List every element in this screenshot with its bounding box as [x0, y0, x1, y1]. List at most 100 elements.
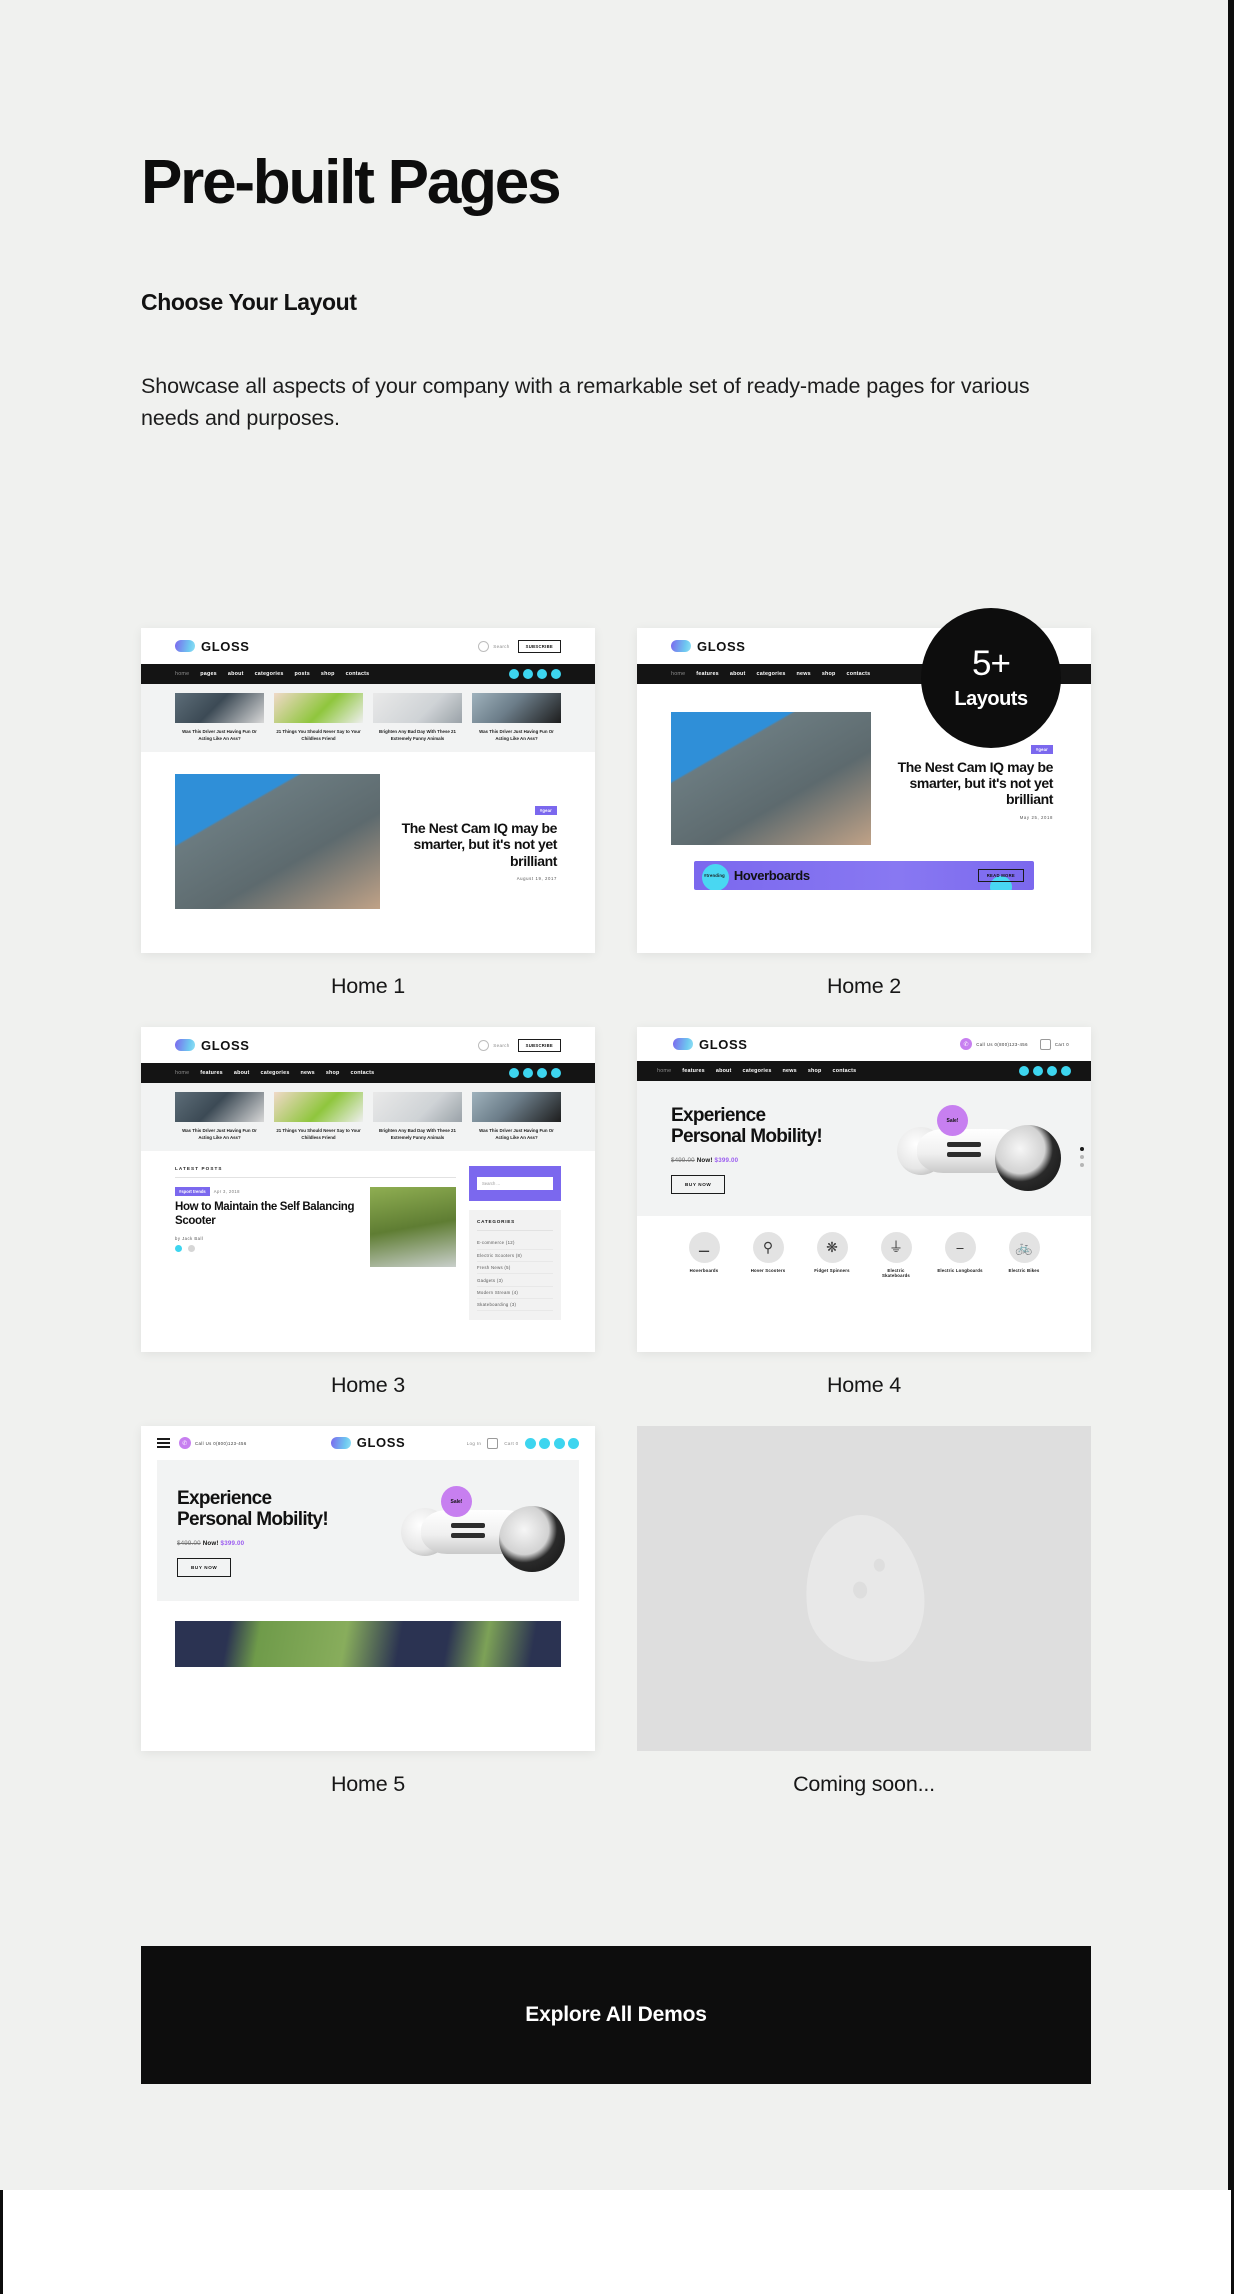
buy-now-button[interactable]: BUY NOW — [671, 1174, 726, 1194]
blog-post[interactable]: #sport trends Apr 3, 2018 How to Maintain… — [175, 1187, 456, 1268]
nav-item[interactable]: shop — [321, 671, 335, 677]
nav-item[interactable]: shop — [822, 671, 836, 677]
instagram-icon[interactable] — [537, 1068, 547, 1078]
strip-item[interactable]: Brighten Any Bad Day With These 21 Extre… — [373, 693, 462, 742]
strip-item[interactable]: 21 Things You Should Never Say to Your C… — [274, 1092, 363, 1141]
pinterest-icon[interactable] — [568, 1437, 579, 1449]
demo-card-home-5[interactable]: ✆ Call Us 0(800)123-456 GLOSS Log In Car… — [141, 1426, 595, 1797]
cart-label[interactable]: Cart 0 — [504, 1441, 518, 1446]
category-item[interactable]: Gadgets (3) — [477, 1274, 553, 1287]
strip-item[interactable]: Brighten Any Bad Day With These 21 Extre… — [373, 1092, 462, 1141]
nav-item[interactable]: features — [200, 1070, 223, 1076]
demo-card-home-4[interactable]: GLOSS ✆ Call Us 0(800)123-456 Cart 0 hom… — [637, 1027, 1091, 1398]
twitter-icon[interactable] — [539, 1437, 550, 1449]
pinterest-icon[interactable] — [1061, 1066, 1071, 1076]
twitter-icon[interactable] — [523, 669, 533, 679]
hero-headline[interactable]: The Nest Cam IQ may be smarter, but it's… — [892, 759, 1054, 808]
nav-item[interactable]: about — [228, 671, 244, 677]
instagram-icon[interactable] — [537, 669, 547, 679]
menu-icon[interactable] — [157, 1438, 170, 1448]
category-tile[interactable]: 🚲 Electric Bikes — [1001, 1231, 1047, 1278]
category-item[interactable]: Electric Scooters (8) — [477, 1250, 553, 1262]
nav-item[interactable]: home — [657, 1068, 671, 1074]
nav-item[interactable]: about — [730, 671, 746, 677]
nav-item[interactable]: features — [682, 1068, 705, 1074]
category-chip[interactable]: #gear — [534, 806, 557, 816]
facebook-icon[interactable] — [524, 1437, 536, 1449]
category-tile[interactable]: ⚊ Hoverboards — [681, 1231, 727, 1278]
slider-dot[interactable] — [1080, 1155, 1084, 1160]
post-tag[interactable]: #sport trends — [175, 1187, 210, 1197]
category-tile[interactable]: ⏚ Electric Skateboards — [873, 1231, 919, 1278]
category-item[interactable]: Skateboarding (3) — [477, 1299, 553, 1312]
nav-item[interactable]: shop — [808, 1068, 822, 1074]
nav-item[interactable]: pages — [200, 671, 217, 677]
login-label[interactable]: Log In — [467, 1441, 482, 1446]
nav-item[interactable]: shop — [326, 1070, 340, 1076]
demo-card-home-3[interactable]: GLOSS Search SUBSCRIBE home features abo… — [141, 1027, 595, 1398]
facebook-icon[interactable] — [1019, 1066, 1029, 1076]
strip-item[interactable]: Was This Driver Just Having Fun Or Actin… — [472, 1092, 561, 1141]
category-tile[interactable]: ❋ Fidget Spinners — [809, 1231, 855, 1278]
nav-item[interactable]: categories — [757, 671, 786, 677]
nav-item[interactable]: posts — [295, 671, 310, 677]
nav-item[interactable]: contacts — [351, 1070, 375, 1076]
twitter-icon[interactable] — [523, 1068, 533, 1078]
nav-item[interactable]: news — [797, 671, 811, 677]
category-item[interactable]: Fresh News (5) — [477, 1262, 553, 1275]
strip-item[interactable]: Was This Driver Just Having Fun Or Actin… — [175, 1092, 264, 1141]
slider-dot[interactable] — [1080, 1147, 1084, 1152]
strip-item[interactable]: Was This Driver Just Having Fun Or Actin… — [472, 693, 561, 742]
pinterest-icon[interactable] — [551, 669, 561, 679]
nav-item[interactable]: news — [301, 1070, 315, 1076]
subscribe-button[interactable]: SUBSCRIBE — [517, 1038, 561, 1052]
facebook-icon[interactable] — [509, 669, 519, 679]
demo-thumbnail-home-4[interactable]: GLOSS ✆ Call Us 0(800)123-456 Cart 0 hom… — [637, 1027, 1091, 1352]
strip-item[interactable]: Was This Driver Just Having Fun Or Actin… — [175, 693, 264, 742]
strip-item[interactable]: 21 Things You Should Never Say to Your C… — [274, 693, 363, 742]
cart-control[interactable]: Cart 0 — [1039, 1038, 1069, 1050]
search-control[interactable]: Search — [478, 1039, 509, 1051]
hero-headline[interactable]: The Nest Cam IQ may be smarter, but it's… — [396, 820, 558, 869]
category-tile[interactable]: ⎯ Electric Longboards — [937, 1231, 983, 1278]
category-item[interactable]: E-commerce (12) — [477, 1237, 553, 1250]
category-tile[interactable]: ⚲ Hover Scooters — [745, 1231, 791, 1278]
nav-item[interactable]: features — [696, 671, 719, 677]
twitter-icon[interactable] — [1033, 1066, 1043, 1076]
sidebar-search-input[interactable]: Search ... — [477, 1177, 553, 1191]
buy-now-button[interactable]: BUY NOW — [177, 1557, 232, 1577]
instagram-icon[interactable] — [1047, 1066, 1057, 1076]
nav-item[interactable]: home — [175, 1070, 189, 1076]
nav-item[interactable]: contacts — [833, 1068, 857, 1074]
nav-item[interactable]: about — [716, 1068, 732, 1074]
subscribe-button[interactable]: SUBSCRIBE — [517, 639, 561, 653]
explore-all-demos-button[interactable]: Explore All Demos — [141, 1946, 1091, 2084]
sidebar-search-widget[interactable]: Search ... — [469, 1166, 561, 1202]
nav-item[interactable]: categories — [743, 1068, 772, 1074]
nav-item[interactable]: home — [175, 671, 189, 677]
demo-thumbnail-home-3[interactable]: GLOSS Search SUBSCRIBE home features abo… — [141, 1027, 595, 1352]
demo-card-home-1[interactable]: GLOSS Search SUBSCRIBE home pages about … — [141, 628, 595, 999]
category-chip[interactable]: #gear — [1030, 745, 1053, 754]
post-headline[interactable]: How to Maintain the Self Balancing Scoot… — [175, 1201, 360, 1229]
instagram-icon[interactable] — [553, 1437, 565, 1449]
call-us[interactable]: ✆ Call Us 0(800)123-456 — [179, 1437, 247, 1449]
read-more-button[interactable]: READ MORE — [977, 869, 1024, 882]
pinterest-icon[interactable] — [551, 1068, 561, 1078]
nav-item[interactable]: contacts — [346, 671, 370, 677]
demo-thumbnail-home-1[interactable]: GLOSS Search SUBSCRIBE home pages about … — [141, 628, 595, 953]
nav-item[interactable]: news — [783, 1068, 797, 1074]
facebook-icon[interactable] — [509, 1068, 519, 1078]
slider-dots[interactable] — [1080, 1143, 1084, 1171]
cart-icon[interactable] — [487, 1437, 499, 1449]
nav-item[interactable]: home — [671, 671, 685, 677]
nav-item[interactable]: about — [234, 1070, 250, 1076]
demo-thumbnail-home-5[interactable]: ✆ Call Us 0(800)123-456 GLOSS Log In Car… — [141, 1426, 595, 1751]
search-control[interactable]: Search — [478, 640, 509, 652]
call-us[interactable]: ✆ Call Us 0(800)123-456 — [960, 1038, 1028, 1050]
nav-item[interactable]: categories — [255, 671, 284, 677]
nav-item[interactable]: contacts — [847, 671, 871, 677]
nav-item[interactable]: categories — [261, 1070, 290, 1076]
promo-banner[interactable]: #trending Hoverboards READ MORE — [694, 861, 1034, 890]
slider-dot[interactable] — [1080, 1163, 1084, 1168]
